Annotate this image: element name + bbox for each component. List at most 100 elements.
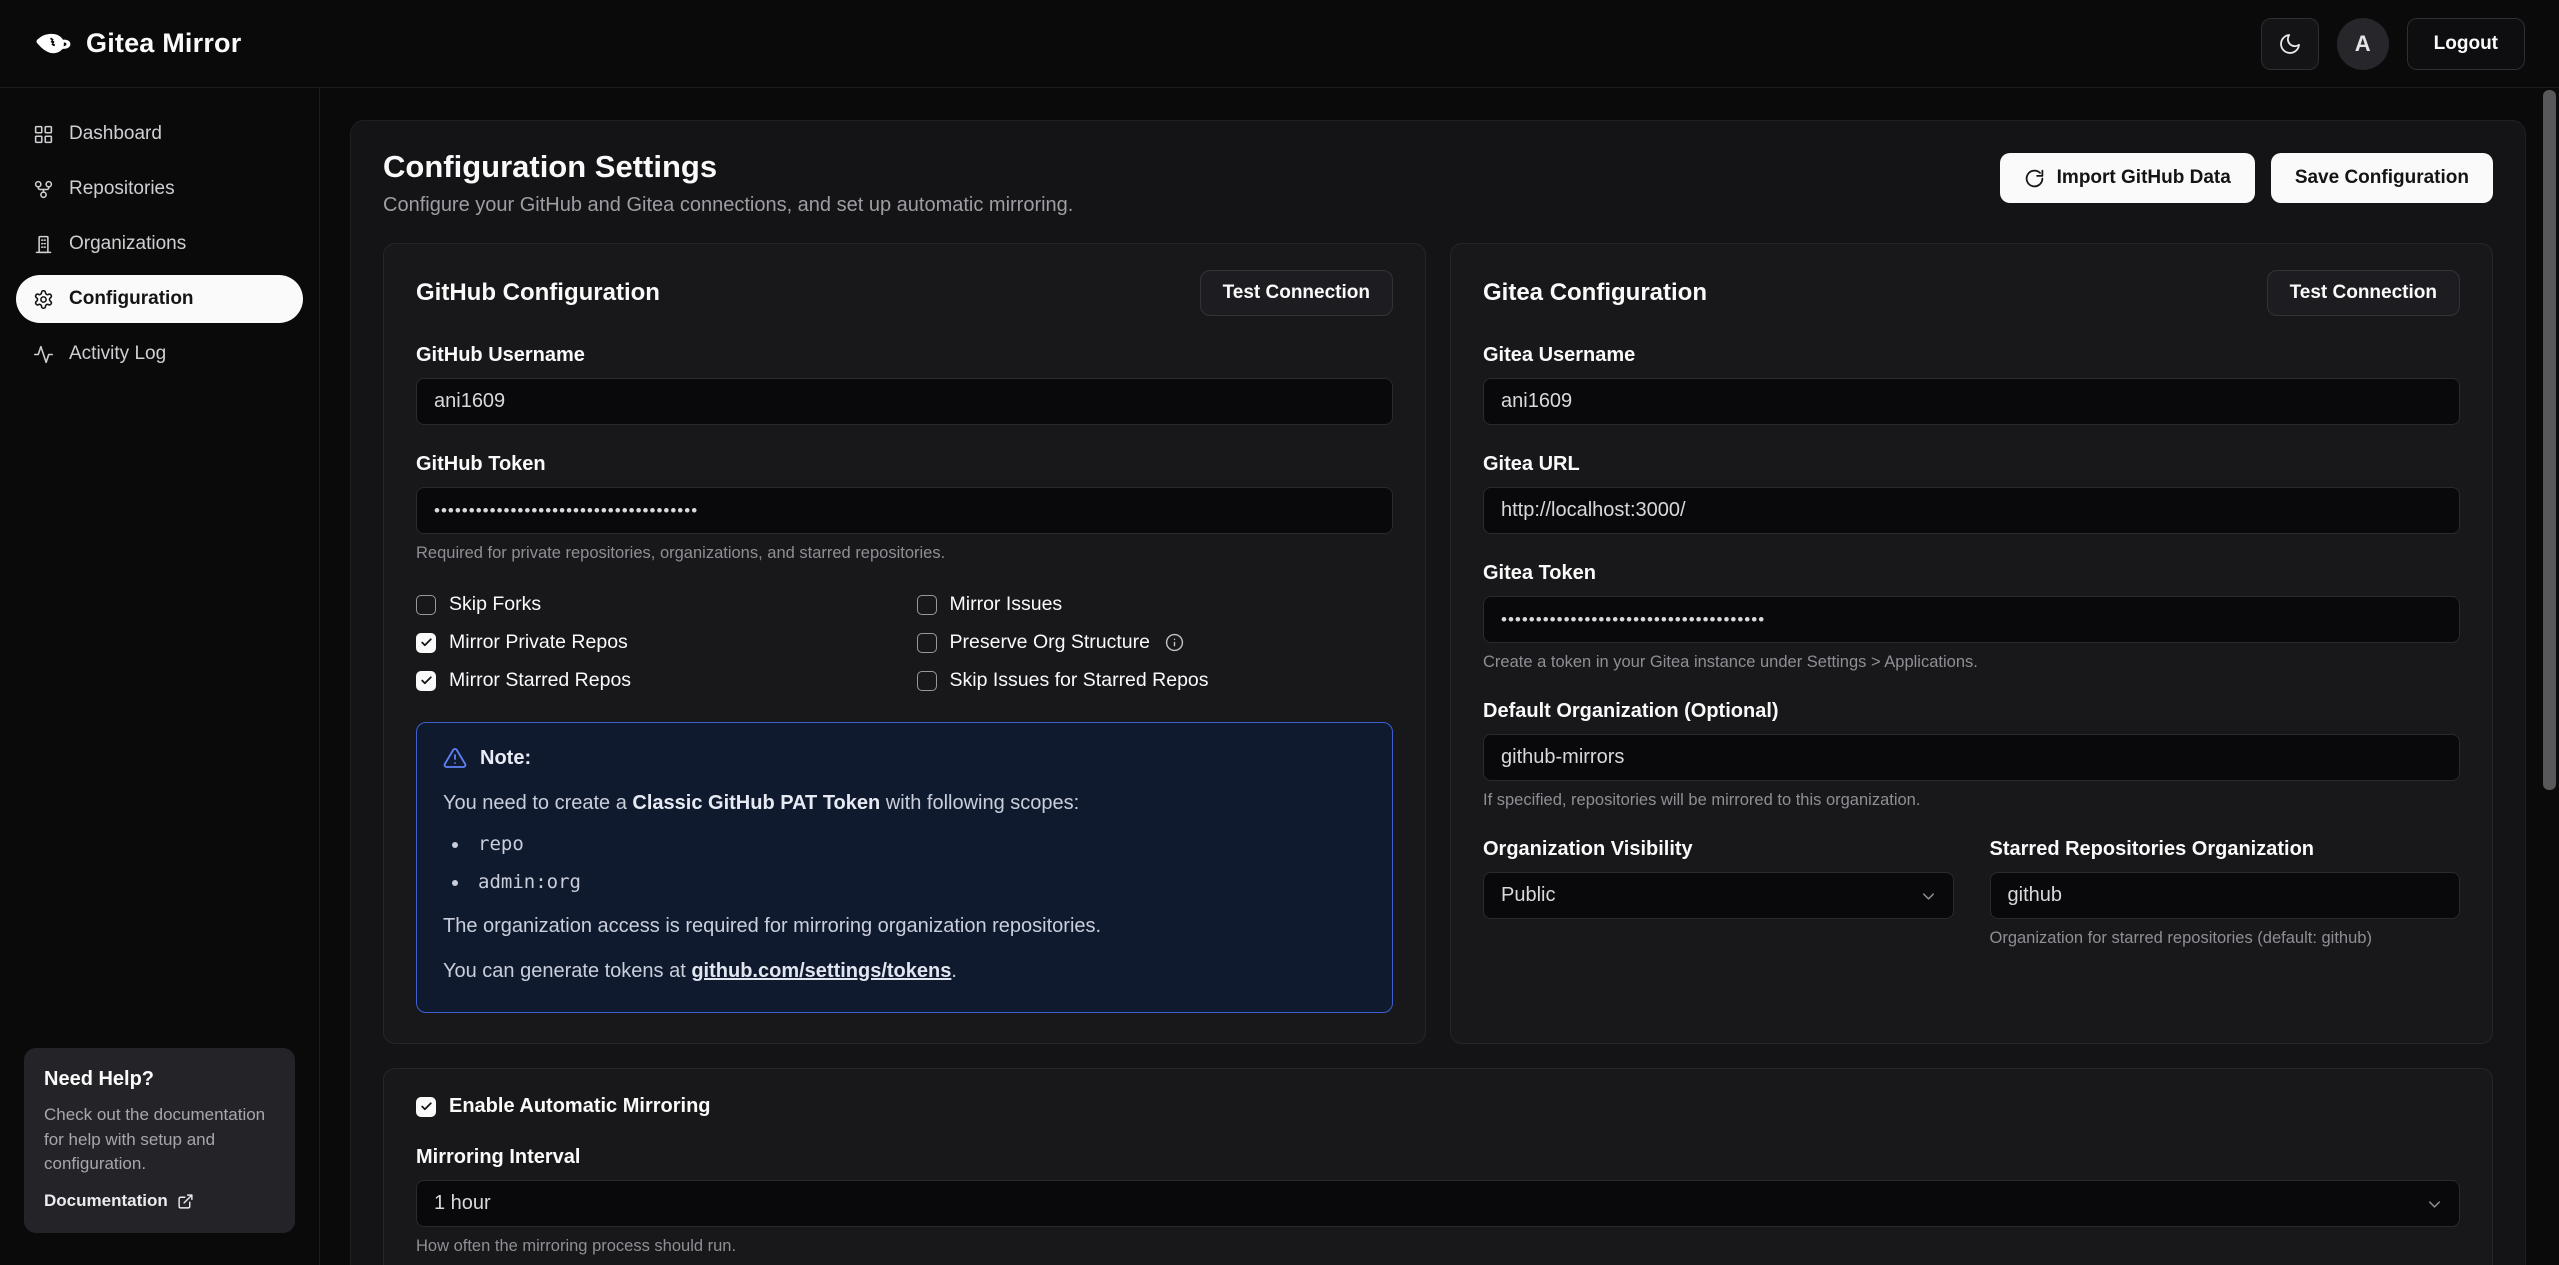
github-username-input[interactable] <box>416 378 1393 425</box>
github-token-input[interactable] <box>416 487 1393 534</box>
checkbox-mirror-issues[interactable]: Mirror Issues <box>917 593 1394 616</box>
page-header: Configuration Settings Configure your Gi… <box>383 149 2493 217</box>
sidebar-item-label: Organizations <box>69 233 186 255</box>
gitea-card-title: Gitea Configuration <box>1483 279 1707 307</box>
default-organization-label: Default Organization (Optional) <box>1483 700 2460 723</box>
checkbox-box <box>416 1097 436 1117</box>
note-title: Note: <box>480 743 531 773</box>
checkbox-box <box>917 671 937 691</box>
app-root: Gitea Mirror A Logout Dashboard Reposito… <box>0 0 2559 1265</box>
github-settings-tokens-link[interactable]: github.com/settings/tokens <box>691 960 951 982</box>
top-actions: A Logout <box>2261 18 2525 70</box>
github-username-label: GitHub Username <box>416 344 1393 367</box>
teacup-logo-icon <box>34 25 72 63</box>
need-help-card: Need Help? Check out the documentation f… <box>24 1048 295 1233</box>
scope-item: repo <box>452 830 1366 859</box>
github-card-title: GitHub Configuration <box>416 279 660 307</box>
note-scope-list: repo admin:org <box>452 830 1366 896</box>
sidebar-item-label: Dashboard <box>69 123 162 145</box>
check-icon <box>420 674 433 687</box>
note-intro: You need to create a Classic GitHub PAT … <box>443 788 1366 818</box>
sidebar-item-label: Activity Log <box>69 343 166 365</box>
warning-triangle-icon <box>443 746 467 770</box>
pat-token-note: Note: You need to create a Classic GitHu… <box>416 722 1393 1013</box>
import-github-data-button[interactable]: Import GitHub Data <box>2000 153 2255 203</box>
sidebar-menu: Dashboard Repositories Organizations Con… <box>16 110 303 378</box>
gitea-token-help: Create a token in your Gitea instance un… <box>1483 653 2460 672</box>
starred-repos-org-input[interactable] <box>1990 872 2461 919</box>
gear-icon <box>33 289 54 310</box>
gitea-username-label: Gitea Username <box>1483 344 2460 367</box>
sidebar: Dashboard Repositories Organizations Con… <box>0 88 320 1265</box>
checkbox-skip-forks[interactable]: Skip Forks <box>416 593 893 616</box>
github-configuration-card: GitHub Configuration Test Connection Git… <box>383 243 1426 1044</box>
gitea-token-label: Gitea Token <box>1483 562 2460 585</box>
logout-button[interactable]: Logout <box>2407 18 2525 70</box>
scrollbar-thumb[interactable] <box>2543 90 2556 790</box>
moon-icon <box>2278 32 2302 56</box>
checkbox-box <box>416 671 436 691</box>
checkbox-box <box>917 633 937 653</box>
gitea-configuration-card: Gitea Configuration Test Connection Gite… <box>1450 243 2493 1044</box>
sidebar-item-organizations[interactable]: Organizations <box>16 220 303 268</box>
dashboard-grid-icon <box>33 124 54 145</box>
github-test-connection-button[interactable]: Test Connection <box>1200 270 1393 316</box>
page-title: Configuration Settings <box>383 149 1073 185</box>
github-options-grid: Skip Forks Mirror Issues Mirror Private … <box>416 593 1393 692</box>
note-tokens-line: You can generate tokens at github.com/se… <box>443 956 1366 986</box>
github-token-help: Required for private repositories, organ… <box>416 544 1393 563</box>
organization-visibility-select[interactable]: Public <box>1483 872 1954 919</box>
user-avatar[interactable]: A <box>2337 18 2389 70</box>
check-icon <box>420 636 433 649</box>
starred-repos-org-label: Starred Repositories Organization <box>1990 838 2461 861</box>
mirroring-interval-select[interactable]: 1 hour <box>416 1180 2460 1227</box>
theme-toggle-button[interactable] <box>2261 18 2319 70</box>
checkbox-skip-issues-starred[interactable]: Skip Issues for Starred Repos <box>917 669 1394 692</box>
activity-pulse-icon <box>33 344 54 365</box>
default-organization-help: If specified, repositories will be mirro… <box>1483 791 2460 810</box>
note-org-access: The organization access is required for … <box>443 911 1366 941</box>
checkbox-mirror-private-repos[interactable]: Mirror Private Repos <box>416 631 893 654</box>
help-title: Need Help? <box>44 1068 275 1091</box>
page-subtitle: Configure your GitHub and Gitea connecti… <box>383 194 1073 217</box>
save-configuration-button[interactable]: Save Configuration <box>2271 153 2493 203</box>
gitea-test-connection-button[interactable]: Test Connection <box>2267 270 2460 316</box>
app-title: Gitea Mirror <box>86 28 241 59</box>
scope-item: admin:org <box>452 868 1366 897</box>
main-area: Configuration Settings Configure your Gi… <box>320 88 2559 1265</box>
documentation-link[interactable]: Documentation <box>44 1191 275 1211</box>
gitea-username-input[interactable] <box>1483 378 2460 425</box>
sidebar-item-configuration[interactable]: Configuration <box>16 275 303 323</box>
sidebar-item-dashboard[interactable]: Dashboard <box>16 110 303 158</box>
gitea-url-input[interactable] <box>1483 487 2460 534</box>
chevron-down-icon <box>1919 887 1938 906</box>
gitea-url-label: Gitea URL <box>1483 453 2460 476</box>
checkbox-box <box>416 633 436 653</box>
sidebar-item-label: Configuration <box>69 288 194 310</box>
external-link-icon <box>177 1193 194 1210</box>
page-actions: Import GitHub Data Save Configuration <box>2000 149 2493 203</box>
app-brand: Gitea Mirror <box>34 25 241 63</box>
mirroring-interval-label: Mirroring Interval <box>416 1146 2460 1169</box>
checkbox-box <box>917 595 937 615</box>
sidebar-item-activity-log[interactable]: Activity Log <box>16 330 303 378</box>
building-icon <box>33 234 54 255</box>
github-token-label: GitHub Token <box>416 453 1393 476</box>
automatic-mirroring-card: Enable Automatic Mirroring Mirroring Int… <box>383 1068 2493 1265</box>
sidebar-item-repositories[interactable]: Repositories <box>16 165 303 213</box>
checkbox-preserve-org-structure[interactable]: Preserve Org Structure <box>917 631 1394 654</box>
info-icon <box>1165 633 1184 652</box>
content-panel: Configuration Settings Configure your Gi… <box>350 120 2526 1265</box>
checkbox-box <box>416 595 436 615</box>
sidebar-item-label: Repositories <box>69 178 175 200</box>
check-icon <box>420 1100 433 1113</box>
help-text: Check out the documentation for help wit… <box>44 1103 275 1177</box>
gitea-token-input[interactable] <box>1483 596 2460 643</box>
git-fork-icon <box>33 179 54 200</box>
chevron-down-icon <box>2425 1195 2444 1214</box>
mirroring-interval-help: How often the mirroring process should r… <box>416 1237 2460 1256</box>
default-organization-input[interactable] <box>1483 734 2460 781</box>
enable-automatic-mirroring-checkbox[interactable]: Enable Automatic Mirroring <box>416 1095 2460 1118</box>
checkbox-mirror-starred-repos[interactable]: Mirror Starred Repos <box>416 669 893 692</box>
starred-repos-org-help: Organization for starred repositories (d… <box>1990 929 2461 948</box>
